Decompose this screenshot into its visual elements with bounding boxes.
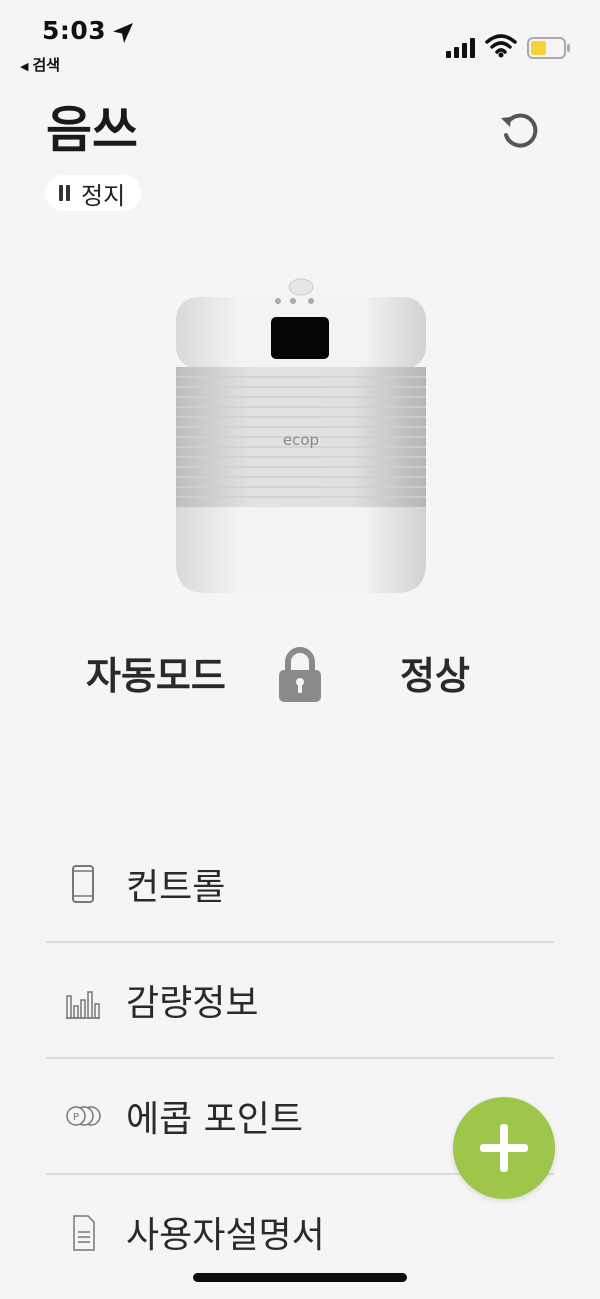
location-arrow-icon — [113, 23, 133, 43]
svg-text:P: P — [73, 1112, 79, 1123]
status-label: 정지 — [81, 181, 126, 210]
add-button[interactable] — [453, 1097, 555, 1199]
menu-item-control[interactable]: 컨트롤 — [46, 826, 554, 942]
page-title: 음쓰 — [46, 101, 138, 159]
menu-label-control: 컨트롤 — [126, 867, 226, 908]
lock-icon[interactable] — [276, 646, 324, 702]
back-to-app-button[interactable]: ◀ 검색 — [20, 54, 60, 75]
pause-icon — [59, 185, 71, 201]
back-triangle-icon: ◀ — [20, 60, 29, 73]
bar-chart-icon — [66, 991, 100, 1019]
device-image: ecop — [176, 278, 426, 593]
menu-item-reduction-info[interactable]: 감량정보 — [46, 942, 554, 1058]
document-icon — [73, 1215, 95, 1251]
battery-icon — [527, 37, 570, 59]
menu-label-ecop-points: 에콥 포인트 — [126, 1099, 304, 1140]
cellular-signal-icon — [446, 38, 475, 58]
home-indicator[interactable] — [193, 1273, 407, 1282]
device-status-badge: 정지 — [45, 175, 142, 211]
phone-icon — [72, 865, 94, 903]
coins-icon: P — [66, 1106, 101, 1126]
status-time: 5:03 — [42, 16, 107, 45]
refresh-icon[interactable] — [497, 107, 543, 153]
menu-label-reduction-info: 감량정보 — [126, 983, 259, 1024]
menu-label-user-manual: 사용자설명서 — [126, 1215, 325, 1256]
wifi-icon — [485, 34, 517, 58]
device-state-label: 정상 — [400, 654, 470, 698]
brand-logo: ecop — [283, 431, 319, 449]
mode-label: 자동모드 — [86, 654, 226, 698]
back-app-label: 검색 — [32, 56, 61, 74]
